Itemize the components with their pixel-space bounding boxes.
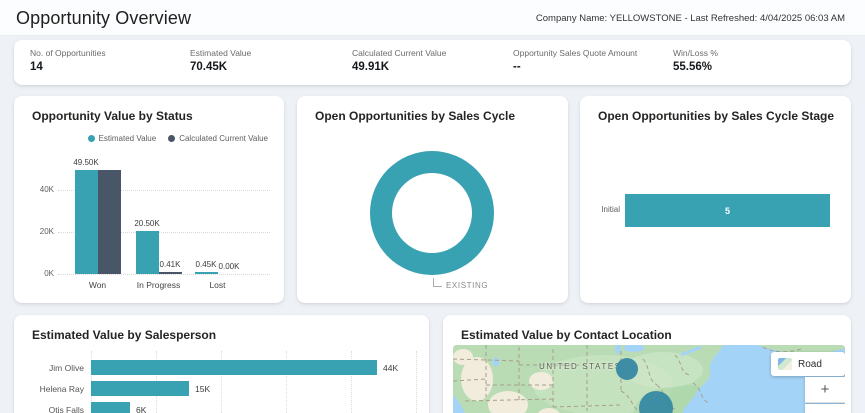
chart-title: Open Opportunities by Sales Cycle	[315, 109, 516, 123]
salesperson-chart-plot[interactable]: Jim Olive 44K Helena Ray 15K Otis Falls 6K	[14, 315, 429, 413]
kpi-label: Calculated Current Value	[352, 48, 447, 58]
kpi-label: No. of Opportunities	[30, 48, 106, 58]
kpi-value: 70.45K	[190, 61, 228, 73]
y-tick-label: 40K	[39, 185, 54, 194]
salesperson-name: Helena Ray	[39, 384, 84, 394]
card-estimated-value-by-salesperson: Estimated Value by Salesperson Jim Olive…	[14, 315, 429, 413]
kpi-estimated-value: Estimated Value 70.45K	[190, 48, 251, 73]
map-canvas[interactable]: UNITED STATES Road + −	[453, 345, 845, 413]
map-bubble[interactable]	[616, 358, 638, 380]
chart-title: Estimated Value by Contact Location	[461, 328, 672, 342]
company-refresh-info: Company Name: YELLOWSTONE - Last Refresh…	[535, 13, 845, 24]
kpi-value: 14	[30, 61, 43, 73]
kpi-no-of-opportunities: No. of Opportunities 14	[30, 48, 106, 73]
road-style-icon	[778, 358, 792, 370]
y-tick-label: 20K	[39, 227, 54, 236]
status-chart-plot[interactable]: 0K 20K 40K Won In Progress Lost 49.50K 20.50K 0.…	[14, 96, 284, 303]
card-open-opportunities-by-stage: Open Opportunities by Sales Cycle Stage …	[580, 96, 851, 303]
kpi-value: 49.91K	[352, 61, 390, 73]
bar-data-label: 0.41K	[159, 260, 181, 269]
salesperson-name: Otis Falls	[48, 405, 84, 413]
bar-otis-falls[interactable]	[91, 402, 130, 413]
y-tick-label: 0K	[44, 269, 54, 278]
bar-value-label: 15K	[195, 384, 211, 394]
callout-line	[433, 286, 442, 287]
kpi-value: --	[513, 61, 521, 73]
map-region-label: UNITED STATES	[539, 362, 622, 371]
card-open-opportunities-by-sales-cycle: Open Opportunities by Sales Cycle EXISTI…	[297, 96, 568, 303]
h-gridline	[58, 274, 270, 275]
stage-bar[interactable]: 5	[625, 194, 830, 227]
minus-icon: −	[821, 406, 830, 413]
salesperson-name: Jim Olive	[49, 363, 84, 373]
bar-data-label: 0.00K	[218, 262, 240, 271]
x-category-label: Lost	[209, 280, 226, 290]
plus-icon: +	[820, 381, 830, 398]
bar-helena-ray[interactable]	[91, 381, 189, 396]
kpi-label: Win/Loss %	[673, 48, 718, 58]
v-gridline	[416, 351, 417, 413]
chart-title: Open Opportunities by Sales Cycle Stage	[598, 109, 835, 123]
kpi-label: Estimated Value	[190, 48, 252, 58]
kpi-value: 55.56%	[673, 61, 713, 73]
bar-won-calculated[interactable]	[97, 170, 121, 274]
bar-data-label: 0.45K	[195, 260, 217, 269]
kpi-calculated-current-value: Calculated Current Value 49.91K	[352, 48, 446, 73]
kpi-sales-quote-amount: Opportunity Sales Quote Amount --	[513, 48, 637, 73]
bar-value-label: 44K	[383, 363, 399, 373]
page-title: Opportunity Overview	[16, 8, 192, 28]
bar-value-label: 6K	[136, 405, 147, 413]
card-estimated-value-by-contact-location: Estimated Value by Contact Location UNIT…	[443, 315, 851, 413]
stage-bar-value: 5	[724, 205, 730, 216]
callout-line	[433, 278, 434, 286]
bar-jim-olive[interactable]	[91, 360, 377, 375]
kpi-label: Opportunity Sales Quote Amount	[513, 48, 638, 58]
bar-data-label: 49.50K	[73, 158, 99, 167]
header-bar: Opportunity Overview Company Name: YELLO…	[0, 0, 865, 36]
road-button-label: Road	[798, 358, 822, 370]
bar-lost-estimated[interactable]	[194, 272, 218, 274]
kpi-win-loss-pct: Win/Loss % 55.56%	[673, 48, 718, 73]
bar-in-progress-estimated[interactable]	[135, 231, 159, 274]
zoom-out-button[interactable]: −	[805, 404, 845, 413]
map-style-button[interactable]: Road	[771, 352, 845, 376]
bar-in-progress-calculated[interactable]	[158, 272, 182, 274]
bar-data-label: 20.50K	[134, 219, 160, 228]
bar-won-estimated[interactable]	[74, 170, 98, 274]
card-opportunity-value-by-status: Opportunity Value by Status Estimated Va…	[14, 96, 284, 303]
donut-hole	[392, 173, 472, 253]
kpi-strip: No. of Opportunities 14 Estimated Value …	[14, 40, 851, 85]
stage-category-label: Initial	[601, 205, 620, 214]
dashboard: Opportunity Overview Company Name: YELLO…	[0, 0, 865, 413]
donut-ring[interactable]	[370, 151, 494, 275]
zoom-in-button[interactable]: +	[805, 377, 845, 403]
donut-slice-label: EXISTING	[446, 281, 489, 290]
